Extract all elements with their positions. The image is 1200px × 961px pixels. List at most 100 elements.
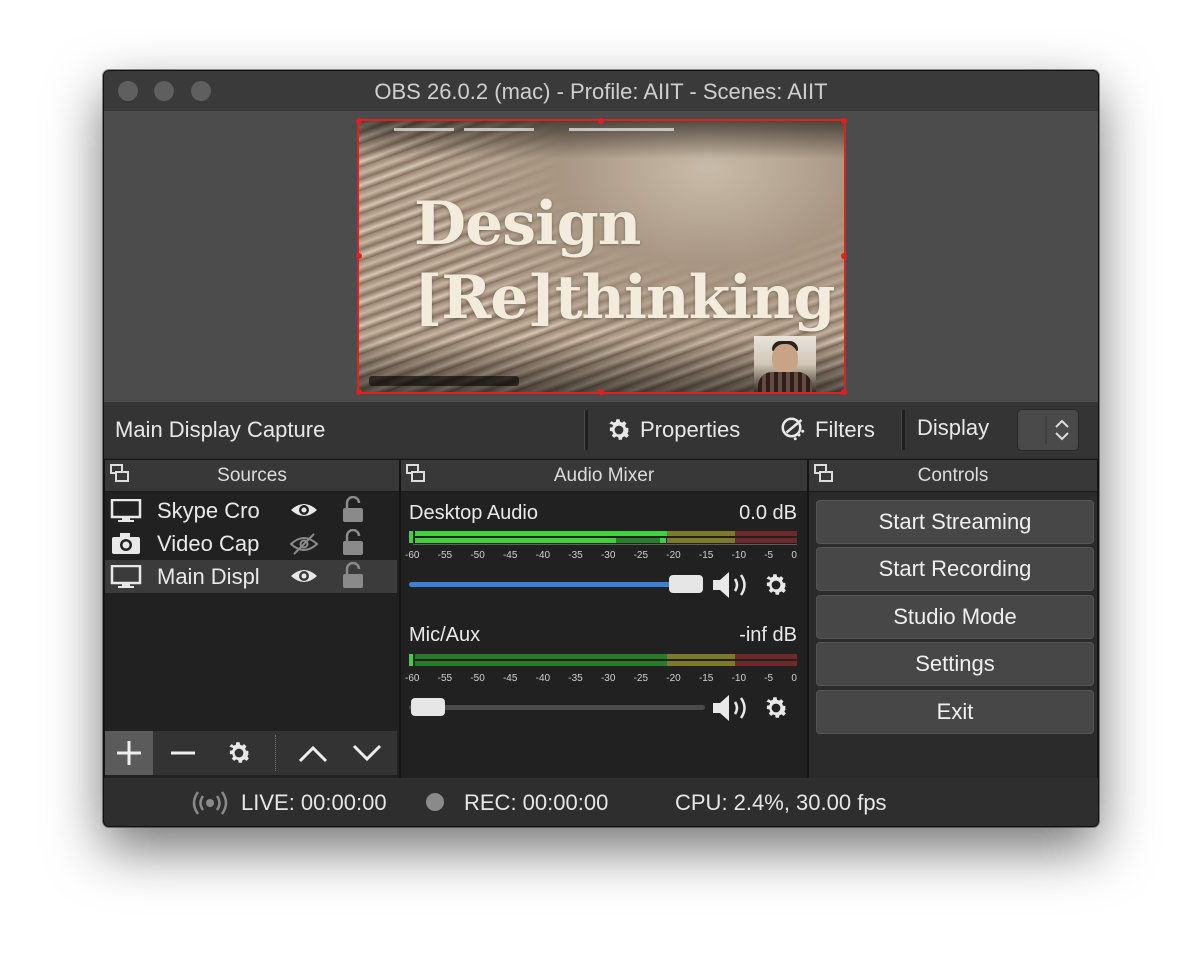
remove-source-button[interactable] <box>159 731 207 775</box>
tick-label: -35 <box>568 673 583 684</box>
speaker-icon[interactable] <box>711 570 753 600</box>
sources-toolbar <box>105 731 397 775</box>
resize-handle[interactable] <box>356 389 362 395</box>
desktop-volume-slider[interactable] <box>409 572 705 596</box>
controls-title: Controls <box>917 465 989 486</box>
move-source-down-button[interactable] <box>343 731 391 775</box>
current-source-name: Main Display Capture <box>115 417 326 442</box>
controls-dock: Controls Start Streaming Start Recording… <box>808 459 1098 779</box>
monitor-icon <box>110 499 142 522</box>
move-source-up-button[interactable] <box>289 731 337 775</box>
exit-button[interactable]: Exit <box>816 690 1094 734</box>
tick-label: -5 <box>764 673 774 684</box>
live-timer: LIVE: 00:00:00 <box>241 790 387 815</box>
start-streaming-button[interactable]: Start Streaming <box>816 500 1094 544</box>
tick-label: -50 <box>470 550 485 561</box>
tick-label: -30 <box>600 550 616 561</box>
filters-label: Filters <box>815 417 875 442</box>
slider-handle[interactable] <box>669 575 703 593</box>
tick-label: -25 <box>633 673 649 684</box>
tick-label: 0 <box>791 673 797 684</box>
studio-mode-button[interactable]: Studio Mode <box>816 595 1094 639</box>
tick-label: -10 <box>731 550 747 561</box>
mic-volume-slider[interactable] <box>409 695 705 719</box>
resize-handle[interactable] <box>598 389 604 395</box>
cpu-fps: CPU: 2.4%, 30.00 fps <box>675 790 887 815</box>
tick-label: -30 <box>600 673 616 684</box>
audio-mixer-header: Audio Mixer <box>401 460 807 492</box>
tick-label: -45 <box>502 673 518 684</box>
minus-icon <box>171 751 195 755</box>
audio-mixer-dock: Audio Mixer Desktop Audio 0.0 dB -60 -55… <box>400 459 808 779</box>
controls-header: Controls <box>809 460 1097 492</box>
scene-preview[interactable]: Design [Re]thinking <box>357 119 846 394</box>
resize-handle[interactable] <box>356 253 362 259</box>
filter-icon <box>781 417 805 441</box>
unlock-icon[interactable] <box>341 529 365 557</box>
status-bar: LIVE: 00:00:00 REC: 00:00:00 CPU: 2.4%, … <box>104 778 1098 826</box>
webcam-overlay <box>754 336 816 392</box>
display-select[interactable] <box>1017 409 1079 451</box>
tick-label: 0 <box>791 550 797 561</box>
slide-header-strip <box>359 125 844 135</box>
resize-handle[interactable] <box>841 389 847 395</box>
tick-label: -5 <box>764 550 774 561</box>
start-recording-button[interactable]: Start Recording <box>816 547 1094 591</box>
tick-label: -55 <box>437 673 453 684</box>
gear-icon[interactable] <box>761 693 791 723</box>
speaker-icon[interactable] <box>711 693 753 723</box>
gear-icon <box>229 742 251 763</box>
resize-handle[interactable] <box>841 253 847 259</box>
toolbar-divider <box>584 410 588 450</box>
source-item-selected[interactable]: Main Displ <box>105 560 397 593</box>
tick-label: -35 <box>568 550 583 561</box>
gear-icon[interactable] <box>761 570 791 600</box>
channel-level: -inf dB <box>739 624 797 646</box>
channel-name: Desktop Audio <box>409 502 538 524</box>
tick-label: -55 <box>437 550 453 561</box>
properties-button[interactable]: Properties <box>604 415 740 445</box>
gear-icon <box>609 419 631 440</box>
sources-title: Sources <box>217 465 287 486</box>
tick-label: -15 <box>698 550 714 561</box>
unlock-icon[interactable] <box>341 496 365 524</box>
add-source-button[interactable] <box>105 731 153 775</box>
tick-label: -10 <box>731 673 747 684</box>
eye-hidden-icon[interactable] <box>289 533 319 555</box>
source-item[interactable]: Video Cap <box>105 527 397 560</box>
tick-label: -40 <box>535 673 551 684</box>
camera-icon <box>112 533 140 554</box>
slide-control-bar <box>369 376 519 386</box>
eye-icon[interactable] <box>289 566 319 586</box>
source-properties-button[interactable] <box>215 731 263 775</box>
rec-timer: REC: 00:00:00 <box>464 790 609 815</box>
chevron-updown-icon <box>1045 416 1069 444</box>
toolbar-divider <box>275 735 276 771</box>
monitor-icon <box>110 565 142 588</box>
chevron-up-icon <box>298 745 328 763</box>
source-item[interactable]: Skype Cro <box>105 494 397 527</box>
resize-handle[interactable] <box>598 118 604 124</box>
unlock-icon[interactable] <box>341 562 365 590</box>
resize-handle[interactable] <box>841 118 847 124</box>
meter-scale-labels: -60 -55 -50 -45 -40 -35 -30 -25 -20 -15 … <box>405 550 797 564</box>
eye-icon[interactable] <box>289 500 319 520</box>
source-label: Main Displ <box>157 564 260 589</box>
tick-label: -40 <box>535 550 551 561</box>
audio-mixer-title: Audio Mixer <box>553 465 655 486</box>
source-toolbar: Main Display Capture Properties Filters … <box>104 402 1098 458</box>
display-label: Display <box>917 415 990 440</box>
title-bar: OBS 26.0.2 (mac) - Profile: AIIT - Scene… <box>104 71 1098 112</box>
resize-handle[interactable] <box>356 118 362 124</box>
channel-name: Mic/Aux <box>409 624 481 646</box>
meter-scale-labels: -60 -55 -50 -45 -40 -35 -30 -25 -20 -15 … <box>405 673 797 687</box>
plus-icon <box>117 741 141 765</box>
slider-handle[interactable] <box>411 698 445 716</box>
tick-label: -15 <box>698 673 714 684</box>
channel-level: 0.0 dB <box>739 502 797 524</box>
slide-title-line-1: Design <box>414 189 641 259</box>
source-label: Skype Cro <box>157 498 260 523</box>
filters-button[interactable]: Filters <box>779 415 875 445</box>
tick-label: -60 <box>405 550 420 561</box>
settings-button[interactable]: Settings <box>816 642 1094 686</box>
